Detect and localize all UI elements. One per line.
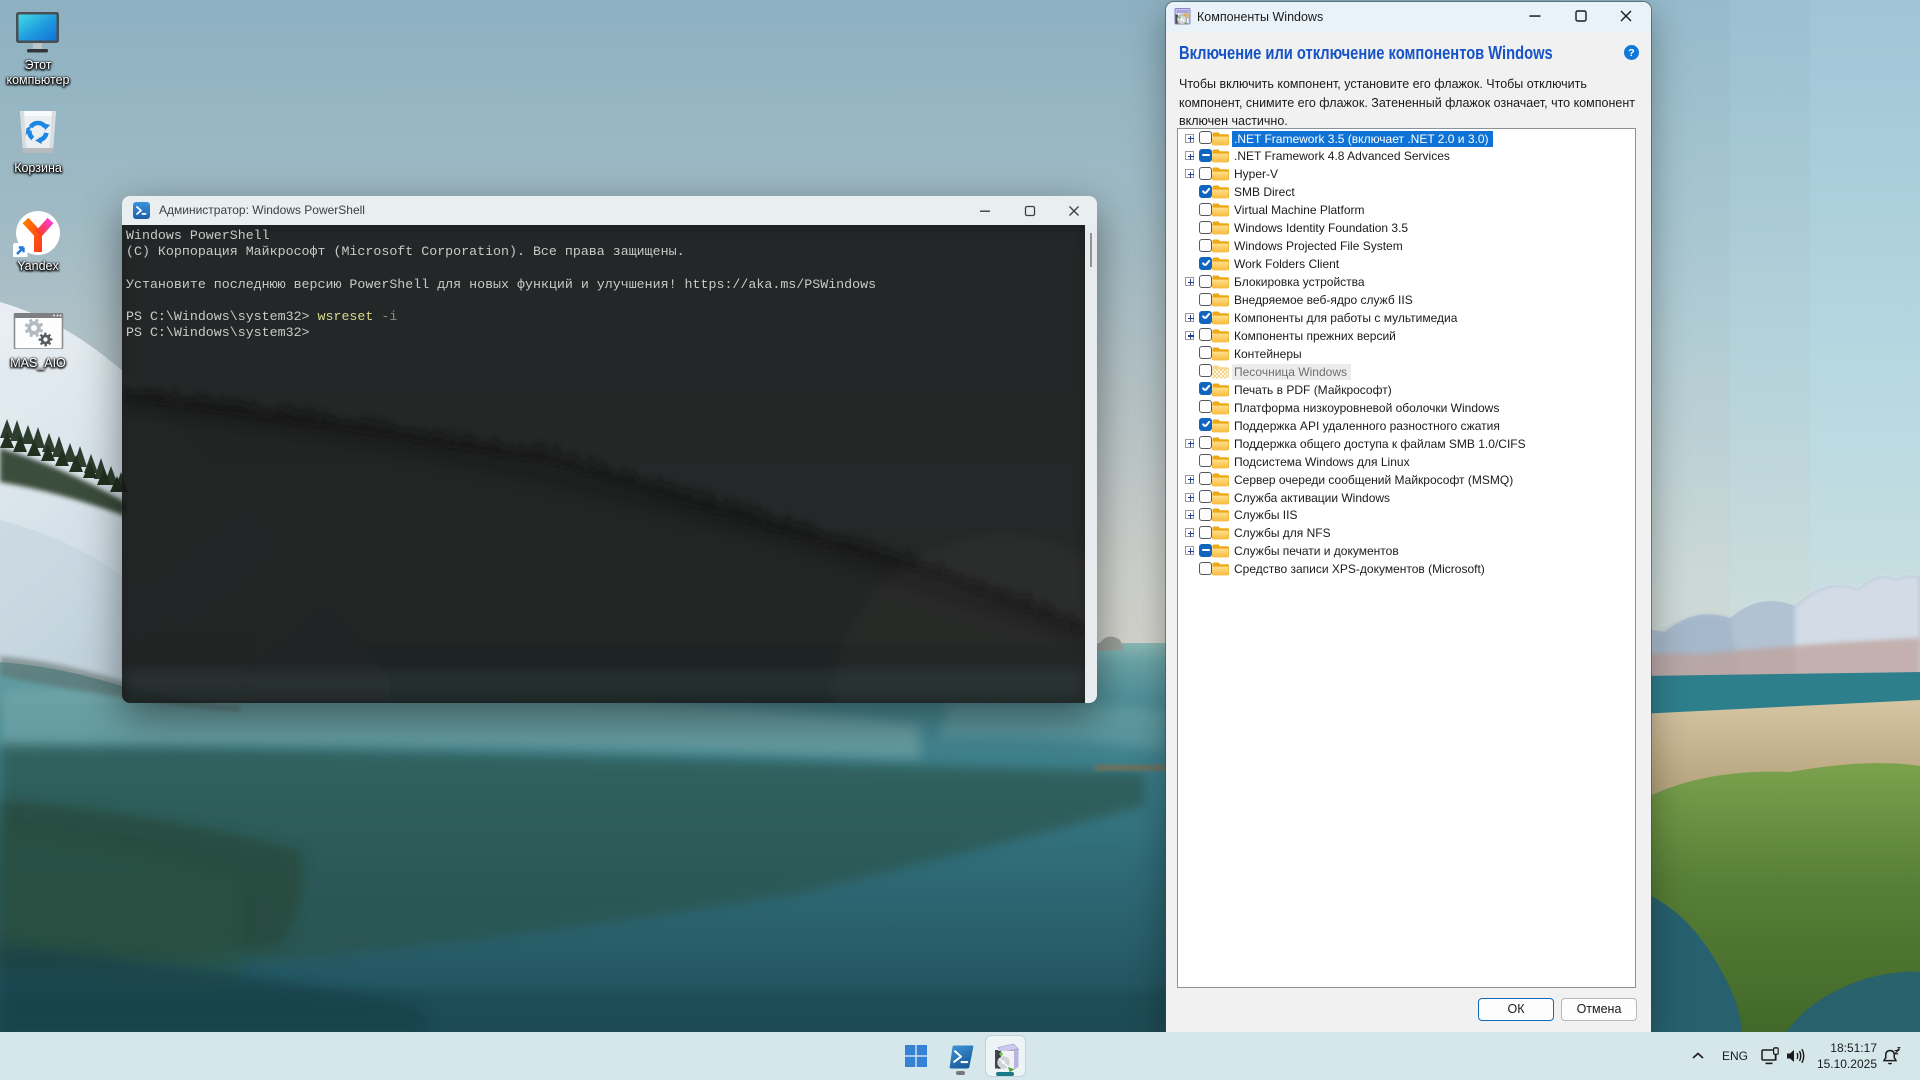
svg-text:?: ? (1628, 47, 1634, 59)
